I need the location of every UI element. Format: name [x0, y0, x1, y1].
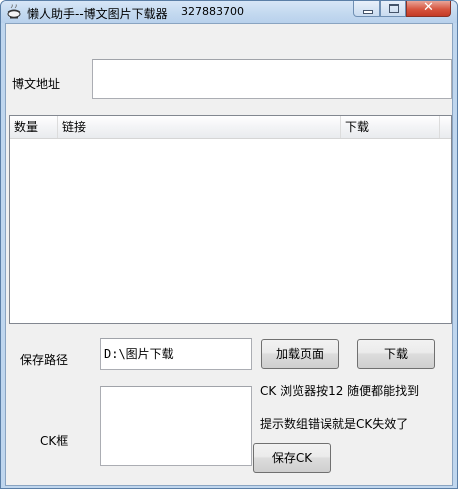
teacup-icon: [6, 4, 22, 20]
ck-hint-line1: CK 浏览器按12 随便都能找到: [260, 384, 420, 398]
maximize-button[interactable]: [380, 1, 406, 17]
ck-label: CK框: [40, 434, 69, 448]
minimize-icon: [363, 10, 373, 14]
window-title: 懒人助手--博文图片下载器: [27, 7, 168, 21]
list-header: 数量 链接 下载: [10, 116, 451, 139]
minimize-button[interactable]: [353, 1, 380, 17]
download-list[interactable]: 数量 链接 下载: [9, 115, 452, 324]
load-page-button[interactable]: 加载页面: [261, 339, 339, 369]
app-window: 懒人助手--博文图片下载器 327883700 ✕ 博文地址 数量 链接 下载 …: [0, 0, 458, 489]
ck-textarea[interactable]: [100, 386, 252, 466]
download-button[interactable]: 下载: [357, 339, 435, 369]
save-ck-button[interactable]: 保存CK: [253, 443, 331, 473]
column-header-link[interactable]: 链接: [58, 116, 341, 138]
close-button[interactable]: ✕: [406, 1, 451, 17]
save-path-label: 保存路径: [20, 353, 69, 367]
column-header-download[interactable]: 下载: [341, 116, 440, 138]
title-bar[interactable]: 懒人助手--博文图片下载器 327883700 ✕: [1, 1, 457, 23]
column-header-filler: [440, 116, 451, 138]
client-area: 博文地址 数量 链接 下载 保存路径 D:\图片下载 加载页面 下载 CK 浏览…: [5, 23, 453, 486]
ck-hint-line2: 提示数组错误就是CK失效了: [260, 417, 409, 431]
maximize-icon: [389, 4, 399, 13]
column-header-count[interactable]: 数量: [10, 116, 58, 138]
window-title-qq: 327883700: [181, 5, 244, 18]
url-label: 博文地址: [12, 77, 61, 91]
save-path-input[interactable]: D:\图片下载: [100, 338, 252, 370]
close-icon: ✕: [423, 0, 434, 15]
url-input[interactable]: [92, 59, 452, 99]
